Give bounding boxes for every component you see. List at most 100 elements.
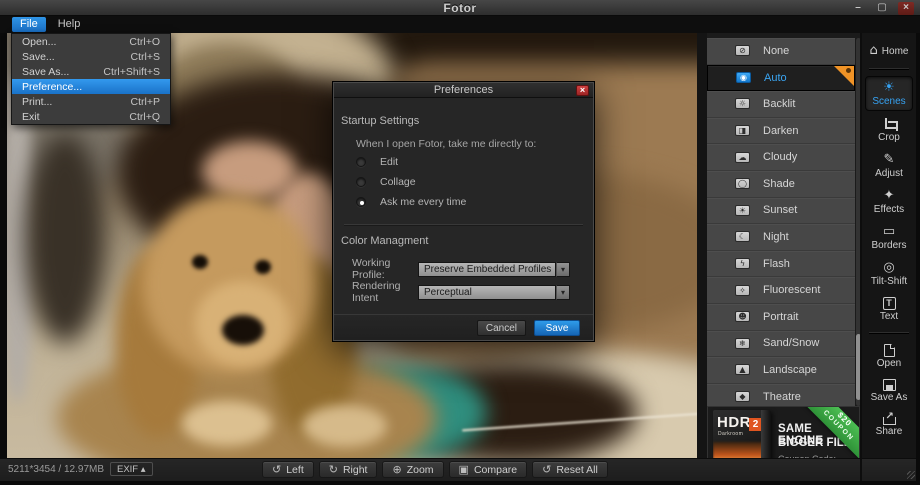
scene-label: Darken [763, 125, 798, 137]
title-bar[interactable]: Fotor –▢ × [0, 0, 920, 16]
save-button[interactable]: Save [534, 320, 580, 336]
sidebar-item-tilt-shift[interactable]: ◎Tilt-Shift [865, 257, 913, 290]
reset-all-button[interactable]: ↺ Reset All [532, 461, 608, 478]
sidebar-divider [869, 68, 909, 69]
scene-item-none[interactable]: ⊘None [707, 38, 855, 65]
scene-item-landscape[interactable]: ▲Landscape [707, 357, 855, 384]
sidebar-item-effects[interactable]: ✦Effects [865, 185, 913, 218]
scene-item-backlit[interactable]: ☼Backlit [707, 91, 855, 118]
sidebar-item-text[interactable]: TText [865, 293, 913, 325]
chevron-down-icon[interactable]: ▾ [556, 262, 570, 277]
sidebar-item-share[interactable]: Share [865, 409, 913, 440]
tool-button-label: Left [286, 464, 304, 476]
sidebar-item-adjust[interactable]: ✎Adjust [865, 149, 913, 182]
fluorescent-icon: ✧ [735, 285, 750, 296]
save-as-icon [883, 379, 896, 391]
sidebar-item-crop[interactable]: Crop [865, 114, 913, 146]
right-button[interactable]: ↻Right [319, 461, 378, 478]
menu-item-shortcut: Ctrl+O [129, 36, 160, 48]
sidebar-item-label: Share [876, 426, 903, 437]
chevron-down-icon[interactable]: ▾ [556, 285, 570, 300]
scene-item-fluorescent[interactable]: ✧ Fluorescent [707, 277, 855, 304]
sidebar-item-save-as[interactable]: Save As [865, 375, 913, 406]
dialog-title-bar[interactable]: Preferences × [334, 83, 593, 98]
tool-sidebar: ⌂Home ☀Scenes Crop ✎Adjust✦Effects▭Borders◎… [862, 33, 916, 481]
tool-button-label: Reset All [556, 464, 597, 476]
scene-label: Cloudy [763, 151, 797, 163]
dialog-title: Preferences [434, 84, 493, 96]
exif-button[interactable]: EXIF ▴ [110, 462, 153, 476]
sidebar-item-scenes[interactable]: ☀Scenes [865, 76, 913, 111]
cancel-button[interactable]: Cancel [477, 320, 526, 336]
left-button[interactable]: ↺Left [262, 461, 314, 478]
scene-item-flash[interactable]: ϟFlash [707, 251, 855, 278]
image-info: 5211*3454 / 12.97MB [8, 464, 104, 475]
menu-item-label: Open... [22, 36, 56, 48]
panel-divider [697, 33, 707, 458]
sidebar-item-label: Tilt-Shift [871, 276, 907, 287]
menu-item-exit[interactable]: ExitCtrl+Q [12, 109, 170, 124]
radio-option-edit[interactable]: Edit [356, 156, 398, 168]
menu-file[interactable]: File [12, 17, 46, 32]
menu-item-print[interactable]: Print...Ctrl+P [12, 94, 170, 109]
sidebar-item-borders[interactable]: ▭Borders [865, 221, 913, 254]
maximize-icon[interactable]: ▢ [874, 2, 890, 15]
window-frame [0, 33, 7, 458]
scene-item-portrait[interactable]: ☻Portrait [707, 304, 855, 331]
close-icon[interactable]: × [898, 2, 914, 15]
dropdown-value[interactable]: Perceptual [418, 285, 556, 300]
menu-item-open[interactable]: Open... Ctrl+O [12, 34, 170, 49]
dog-nose [222, 315, 264, 345]
scene-item-sand-snow[interactable]: ❄Sand/Snow [707, 331, 855, 358]
menu-help[interactable]: Help [50, 17, 89, 32]
scene-item-night[interactable]: ☾Night [707, 224, 855, 251]
radio-label: Edit [380, 156, 398, 168]
zoom-button[interactable]: ⊕Zoom [382, 461, 443, 478]
scene-item-shade[interactable]: ◯Shade [707, 171, 855, 198]
scenes-icon: ☀ [883, 81, 895, 95]
resize-grip[interactable] [907, 471, 915, 479]
right-icon: ↻ [329, 463, 338, 476]
compare-button[interactable]: ▣Compare [449, 461, 528, 478]
minimize-icon[interactable]: – [850, 2, 866, 15]
radio-option-ask-me-every-time[interactable]: Ask me every time [356, 196, 466, 208]
dog-eye [192, 255, 208, 269]
reset-all-icon: ↺ [542, 463, 551, 476]
sidebar-item-home[interactable]: ⌂Home [865, 41, 913, 61]
theatre-icon: ◆ [735, 391, 750, 402]
menu-bar: File Help [0, 16, 920, 33]
fotor-window: ⊘None◉Auto☼Backlit◨Darken☁Cloudy◯Shade☀S… [0, 0, 920, 485]
menu-item-label: Save... [22, 51, 55, 63]
window-controls: –▢ × [850, 0, 914, 16]
menu-item-save[interactable]: Save...Ctrl+S [12, 49, 170, 64]
radio-icon[interactable] [356, 177, 366, 187]
radio-selected-icon[interactable] [356, 197, 366, 207]
shade-icon: ◯ [735, 178, 750, 189]
scene-item-sunset[interactable]: ☀Sunset [707, 198, 855, 225]
crop-icon [883, 118, 896, 131]
scene-label: Auto [764, 72, 787, 84]
share-icon [883, 413, 896, 425]
product-subtitle: Darkroom [718, 431, 743, 437]
scene-label: Fluorescent [763, 284, 820, 296]
scene-label: Flash [763, 258, 790, 270]
menu-item-save-as[interactable]: Save As...Ctrl+Shift+S [12, 64, 170, 79]
sidebar-item-label: Adjust [875, 168, 903, 179]
sidebar-item-label: Crop [878, 132, 900, 143]
home-icon: ⌂ [870, 44, 878, 58]
menu-item-preference[interactable]: Preference... [12, 79, 170, 94]
menu-item-shortcut: Ctrl+P [131, 96, 160, 108]
scene-item-cloudy[interactable]: ☁Cloudy [707, 144, 855, 171]
photo-blob [302, 405, 387, 447]
dialog-close-icon[interactable]: × [576, 85, 589, 96]
window-title: Fotor [0, 1, 920, 15]
sidebar-item-open[interactable]: Open [865, 340, 913, 372]
canvas-toolbar: ↺Left ↻Right⊕Zoom ▣Compare ↺ Reset All [262, 461, 608, 478]
scene-item-auto[interactable]: ◉Auto [707, 65, 855, 92]
radio-icon[interactable] [356, 157, 366, 167]
scene-item-darken[interactable]: ◨Darken [707, 118, 855, 145]
dropdown-value[interactable]: Preserve Embedded Profiles [418, 262, 556, 277]
photo-blob [202, 141, 297, 201]
sidebar-divider [869, 332, 909, 333]
radio-option-collage[interactable]: Collage [356, 176, 416, 188]
